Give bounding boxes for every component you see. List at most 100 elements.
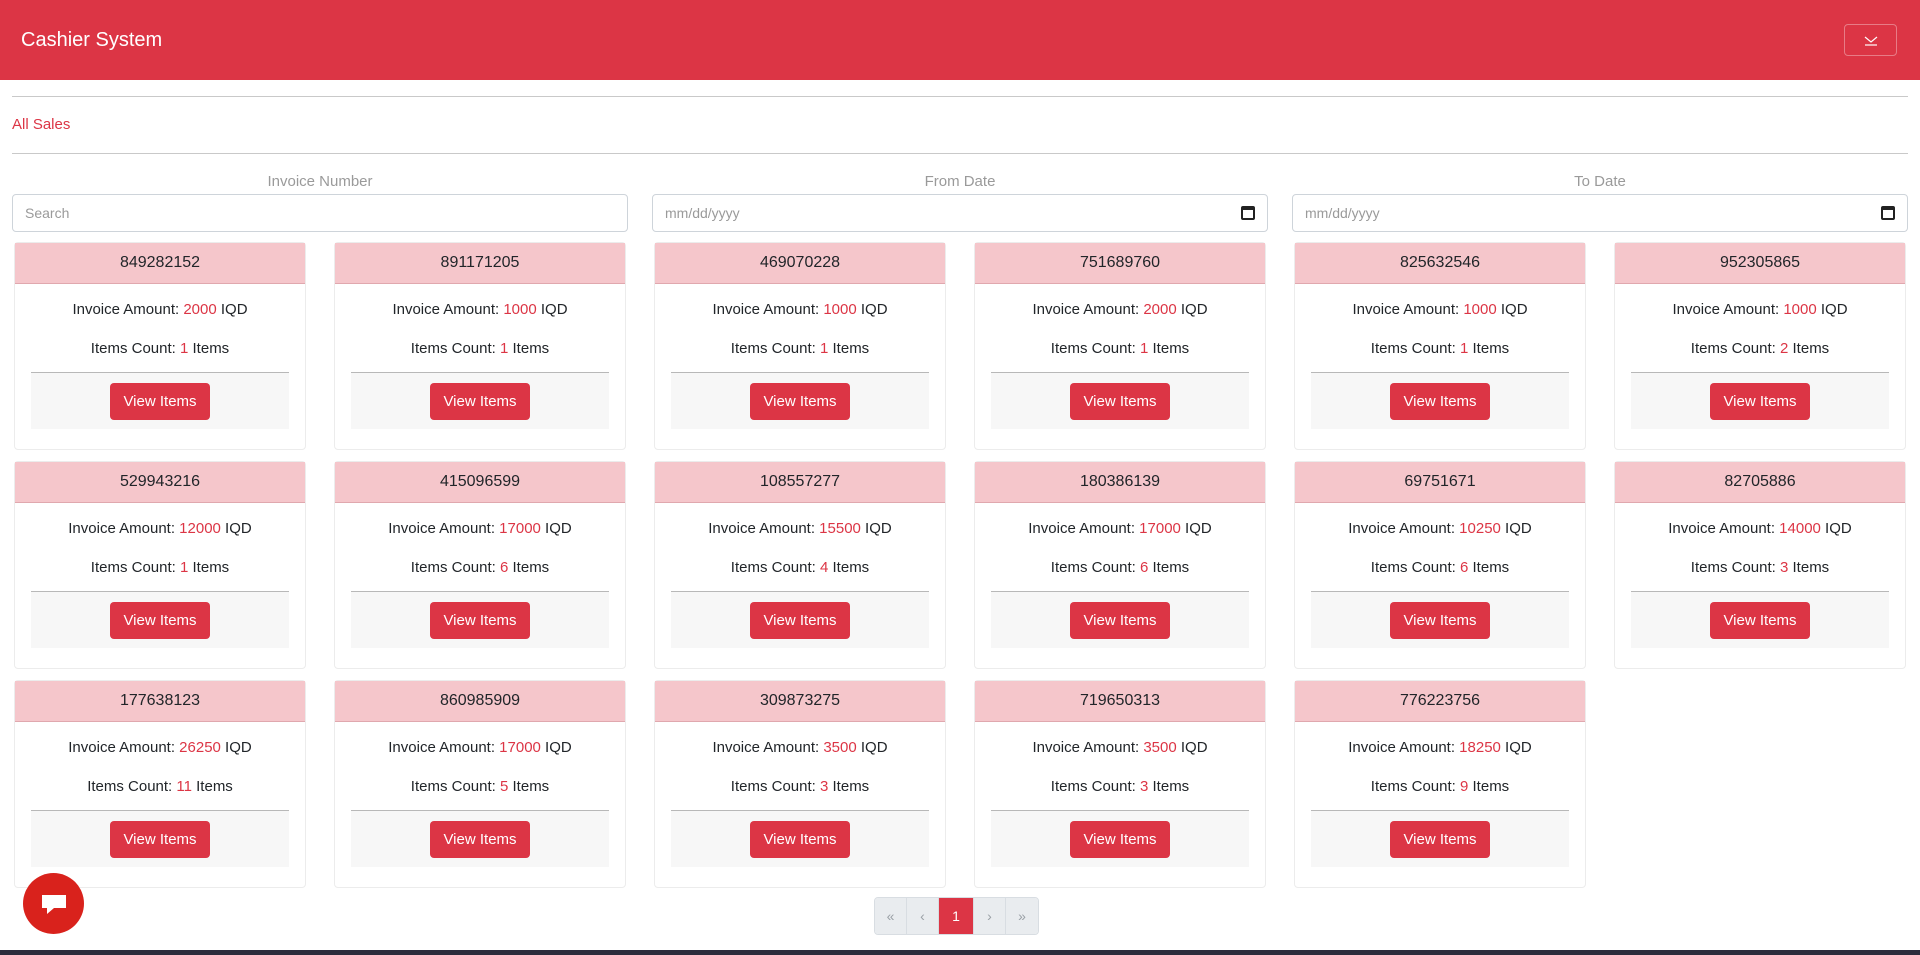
invoice-card: 751689760 Invoice Amount: 2000 IQD Items… — [974, 242, 1266, 450]
count-suffix: Items — [188, 340, 230, 357]
invoice-number-filter: Invoice Number Search — [12, 172, 628, 232]
count-suffix: Items — [508, 340, 550, 357]
items-count: Items Count: 4 Items — [655, 559, 945, 581]
count-prefix: Items Count: — [90, 559, 180, 576]
amount-currency: IQD — [540, 739, 572, 756]
amount-currency: IQD — [860, 520, 892, 537]
count-prefix: Items Count: — [730, 559, 820, 576]
brand-title[interactable]: Cashier System — [21, 29, 162, 52]
chat-icon — [41, 894, 66, 914]
from-date-input[interactable]: mm/dd/yyyy — [652, 194, 1268, 232]
amount-prefix: Invoice Amount: — [1028, 520, 1140, 537]
divider-top — [12, 96, 1908, 97]
invoice-number: 860985909 — [335, 681, 625, 722]
count-prefix: Items Count: — [1370, 778, 1460, 795]
view-items-button[interactable]: View Items — [750, 820, 850, 858]
amount-value: 14000 — [1779, 520, 1821, 537]
count-suffix: Items — [191, 778, 233, 795]
invoice-amount: Invoice Amount: 14000 IQD — [1615, 520, 1905, 542]
view-items-button[interactable]: View Items — [1070, 601, 1170, 639]
amount-value: 1000 — [1783, 301, 1817, 318]
count-prefix: Items Count: — [1690, 340, 1780, 357]
card-footer: View Items — [671, 810, 929, 867]
view-items-button[interactable]: View Items — [1070, 382, 1170, 420]
chevron-down-icon — [1864, 36, 1877, 46]
view-items-button[interactable]: View Items — [1070, 820, 1170, 858]
card-footer: View Items — [351, 810, 609, 867]
chat-button[interactable] — [23, 873, 84, 934]
invoice-card: 415096599 Invoice Amount: 17000 IQD Item… — [334, 461, 626, 669]
navbar-toggle-button[interactable] — [1844, 24, 1897, 56]
page-prev-button[interactable]: ‹ — [907, 898, 939, 934]
amount-currency: IQD — [220, 520, 252, 537]
count-prefix: Items Count: — [1050, 559, 1140, 576]
to-date-input[interactable]: mm/dd/yyyy — [1292, 194, 1908, 232]
count-suffix: Items — [1148, 778, 1190, 795]
amount-prefix: Invoice Amount: — [68, 520, 180, 537]
view-items-button[interactable]: View Items — [430, 820, 530, 858]
view-items-button[interactable]: View Items — [430, 382, 530, 420]
amount-prefix: Invoice Amount: — [712, 739, 824, 756]
invoice-number: 469070228 — [655, 243, 945, 284]
card-footer: View Items — [351, 591, 609, 648]
view-items-button[interactable]: View Items — [750, 601, 850, 639]
invoice-grid: 849282152 Invoice Amount: 2000 IQD Items… — [14, 242, 1906, 888]
invoice-number: 776223756 — [1295, 681, 1585, 722]
view-items-button[interactable]: View Items — [110, 820, 210, 858]
to-date-label: To Date — [1574, 173, 1626, 190]
view-items-button[interactable]: View Items — [1390, 382, 1490, 420]
invoice-search-placeholder: Search — [25, 205, 70, 221]
amount-prefix: Invoice Amount: — [388, 520, 500, 537]
items-count: Items Count: 3 Items — [1615, 559, 1905, 581]
amount-prefix: Invoice Amount: — [1672, 301, 1784, 318]
count-prefix: Items Count: — [1370, 559, 1460, 576]
all-sales-link[interactable]: All Sales — [12, 116, 70, 133]
items-count: Items Count: 1 Items — [975, 340, 1265, 362]
view-items-button[interactable]: View Items — [750, 382, 850, 420]
calendar-icon[interactable] — [1881, 206, 1895, 220]
view-items-button[interactable]: View Items — [110, 382, 210, 420]
invoice-amount: Invoice Amount: 12000 IQD — [15, 520, 305, 542]
to-date-filter: To Date mm/dd/yyyy — [1292, 172, 1908, 232]
items-count: Items Count: 5 Items — [335, 778, 625, 800]
amount-currency: IQD — [1820, 520, 1852, 537]
invoice-search-input[interactable]: Search — [12, 194, 628, 232]
invoice-card: 860985909 Invoice Amount: 17000 IQD Item… — [334, 680, 626, 888]
invoice-number: 69751671 — [1295, 462, 1585, 503]
card-footer: View Items — [1311, 591, 1569, 648]
view-items-button[interactable]: View Items — [1710, 382, 1810, 420]
invoice-card: 309873275 Invoice Amount: 3500 IQD Items… — [654, 680, 946, 888]
count-suffix: Items — [1468, 778, 1510, 795]
divider-bottom — [12, 153, 1908, 154]
amount-prefix: Invoice Amount: — [1032, 739, 1144, 756]
invoice-amount: Invoice Amount: 26250 IQD — [15, 739, 305, 761]
view-items-button[interactable]: View Items — [110, 601, 210, 639]
amount-currency: IQD — [1496, 301, 1528, 318]
page-first-button[interactable]: « — [875, 898, 907, 934]
amount-value: 3500 — [823, 739, 857, 756]
invoice-card: 180386139 Invoice Amount: 17000 IQD Item… — [974, 461, 1266, 669]
view-items-button[interactable]: View Items — [430, 601, 530, 639]
view-items-button[interactable]: View Items — [1710, 601, 1810, 639]
invoice-amount: Invoice Amount: 2000 IQD — [15, 301, 305, 323]
calendar-icon[interactable] — [1241, 206, 1255, 220]
invoice-number: 529943216 — [15, 462, 305, 503]
count-suffix: Items — [508, 559, 550, 576]
view-items-button[interactable]: View Items — [1390, 820, 1490, 858]
amount-prefix: Invoice Amount: — [1352, 301, 1464, 318]
page-current-button[interactable]: 1 — [939, 898, 974, 934]
count-prefix: Items Count: — [730, 340, 820, 357]
view-items-button[interactable]: View Items — [1390, 601, 1490, 639]
card-footer: View Items — [991, 591, 1249, 648]
count-prefix: Items Count: — [87, 778, 177, 795]
invoice-amount: Invoice Amount: 1000 IQD — [335, 301, 625, 323]
items-count: Items Count: 6 Items — [975, 559, 1265, 581]
from-date-placeholder: mm/dd/yyyy — [665, 205, 740, 221]
amount-value: 2000 — [1143, 301, 1177, 318]
invoice-number: 751689760 — [975, 243, 1265, 284]
page-last-button[interactable]: » — [1006, 898, 1038, 934]
amount-currency: IQD — [540, 520, 572, 537]
amount-value: 1000 — [823, 301, 857, 318]
page-next-button[interactable]: › — [974, 898, 1006, 934]
amount-value: 17000 — [499, 739, 541, 756]
